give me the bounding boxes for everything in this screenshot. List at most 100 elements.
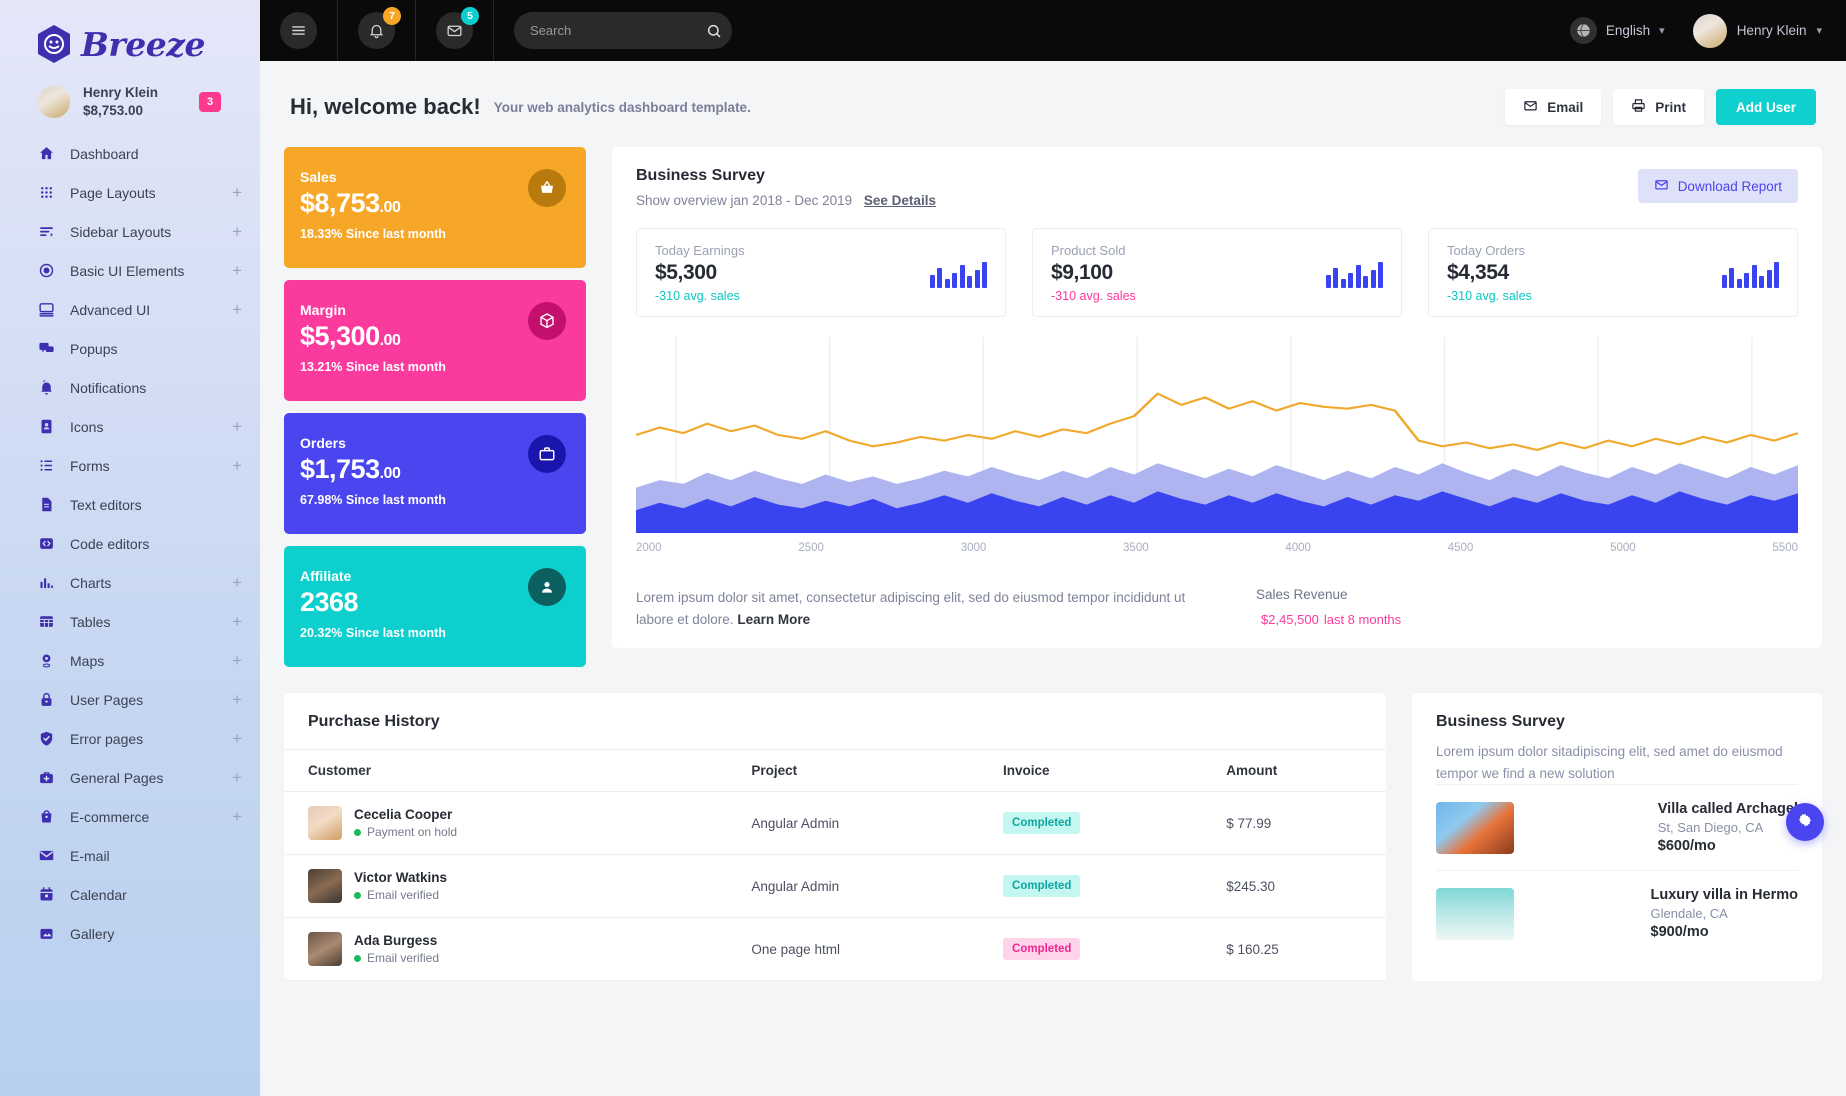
customer-cell: Cecelia Cooper Payment on hold xyxy=(284,791,752,855)
print-button[interactable]: Print xyxy=(1613,89,1704,125)
expand-icon[interactable]: + xyxy=(232,574,242,591)
purchase-history-body: Cecelia Cooper Payment on hold Angular Adm… xyxy=(284,791,1386,981)
property-price: $900/mo xyxy=(1650,924,1709,941)
sidebar-item-e-mail[interactable]: E-mail xyxy=(0,836,260,875)
mini-stat-text: Today Orders $4,354 -310 avg. sales xyxy=(1447,243,1722,303)
status-dot-icon xyxy=(354,891,361,899)
sidebar-item-label: E-commerce xyxy=(70,808,150,825)
property-thumbnail xyxy=(1436,801,1514,854)
sidebar-item-sidebar-layouts[interactable]: Sidebar Layouts + xyxy=(0,212,260,251)
expand-icon[interactable]: + xyxy=(232,730,242,747)
notifications-cell: 7 xyxy=(338,0,416,61)
status-badge: Completed xyxy=(1003,875,1081,897)
profile-menu[interactable]: Henry Klein ▾ xyxy=(1692,13,1822,48)
sidebar-user[interactable]: Henry Klein $8,753.00 3 xyxy=(0,70,260,120)
settings-fab[interactable] xyxy=(1786,803,1824,841)
sidebar-item-maps[interactable]: Maps + xyxy=(0,641,260,680)
print-button-label: Print xyxy=(1655,99,1686,115)
expand-icon[interactable]: + xyxy=(232,262,242,279)
search-box[interactable] xyxy=(514,12,732,49)
sidebar-item-popups[interactable]: Popups xyxy=(0,329,260,368)
stat-cards-column: Sales $8,753.00 18.33% Since last month Mar… xyxy=(284,147,586,667)
expand-icon[interactable]: + xyxy=(232,301,242,318)
sidebar-item-icons[interactable]: Icons + xyxy=(0,407,260,446)
envelope-icon[interactable]: 5 xyxy=(436,7,479,49)
property-list-item[interactable]: Luxury villa in Hermo Glendale, CA $900/mo xyxy=(1436,870,1798,956)
brand[interactable]: Breeze xyxy=(0,0,260,70)
sidebar-item-text-editors[interactable]: Text editors xyxy=(0,485,260,524)
customer-avatar xyxy=(308,869,342,903)
sidebar-item-notifications[interactable]: Notifications xyxy=(0,368,260,407)
sidebar-item-page-layouts[interactable]: Page Layouts + xyxy=(0,173,260,212)
sidebar-item-tables[interactable]: Tables + xyxy=(0,602,260,641)
property-thumbnail xyxy=(1436,887,1514,940)
sidebar-item-forms[interactable]: Forms + xyxy=(0,446,260,485)
sidebar-user-amount: $8,753.00 xyxy=(83,103,144,118)
target-icon xyxy=(36,261,56,281)
stat-card-affiliate: Affiliate 2368 20.32% Since last month xyxy=(284,546,586,667)
bell-icon[interactable]: 7 xyxy=(358,7,401,49)
expand-icon[interactable]: + xyxy=(232,652,242,669)
customer-info: Victor Watkins Email verified xyxy=(354,870,447,902)
expand-icon[interactable]: + xyxy=(232,457,242,474)
home-icon xyxy=(36,144,56,164)
expand-icon[interactable]: + xyxy=(232,223,242,240)
bar-chart-icon xyxy=(36,573,56,593)
sidebar-item-gallery[interactable]: Gallery xyxy=(0,914,260,953)
sidebar-user-name: Henry Klein xyxy=(83,85,159,101)
search-input[interactable] xyxy=(530,23,706,38)
customer-cell: Ada Burgess Email verified xyxy=(284,917,752,981)
learn-more-link[interactable]: Learn More xyxy=(737,612,810,627)
expand-icon[interactable]: + xyxy=(232,808,242,825)
sidebar-item-general-pages[interactable]: General Pages + xyxy=(0,758,260,797)
expand-icon[interactable]: + xyxy=(232,769,242,786)
survey-footer-text: Lorem ipsum dolor sit amet, consectetur … xyxy=(636,587,1216,630)
sidebar-item-code-editors[interactable]: Code editors xyxy=(0,524,260,563)
sidebar-item-calendar[interactable]: Calendar xyxy=(0,875,260,914)
property-list-item[interactable]: Villa called Archagel St, San Diego, CA $6… xyxy=(1436,784,1798,870)
language-selector[interactable]: English ▾ xyxy=(1569,17,1665,44)
table-row[interactable]: Ada Burgess Email verified One page html Co… xyxy=(284,917,1386,981)
sidebar-item-label: Advanced UI xyxy=(70,301,151,318)
profile-name: Henry Klein xyxy=(1736,23,1807,38)
add-user-button[interactable]: Add User xyxy=(1715,89,1816,125)
expand-icon[interactable]: + xyxy=(232,613,242,630)
document-icon xyxy=(36,495,56,515)
stat-cents: .00 xyxy=(379,465,401,482)
mini-stat-value: $4,354 xyxy=(1447,261,1509,284)
expand-icon[interactable]: + xyxy=(232,184,242,201)
download-report-button[interactable]: Download Report xyxy=(1637,169,1798,203)
gear-icon xyxy=(1797,812,1813,833)
main-area: 7 5 English xyxy=(260,0,1846,1096)
search-icon[interactable] xyxy=(706,23,722,39)
sidebar-item-user-pages[interactable]: User Pages + xyxy=(0,680,260,719)
printer-icon xyxy=(1631,98,1646,116)
sparkline-bar-chart-icon xyxy=(1325,258,1383,288)
hamburger-icon[interactable] xyxy=(280,12,317,49)
sidebar-item-dashboard[interactable]: Dashboard xyxy=(0,134,260,173)
hexagon-logo-icon xyxy=(36,24,72,64)
sidebar-item-advanced-ui[interactable]: Advanced UI + xyxy=(0,290,260,329)
status-badge: Completed xyxy=(1003,938,1081,960)
customer-cell: Victor Watkins Email verified xyxy=(284,854,752,918)
column-header-invoice: Invoice xyxy=(1003,749,1227,792)
calendar-icon xyxy=(36,885,56,905)
mini-stat-label: Product Sold xyxy=(1051,243,1126,258)
see-details-link[interactable]: See Details xyxy=(864,193,936,208)
expand-icon[interactable]: + xyxy=(232,418,242,435)
sidebar-item-error-pages[interactable]: Error pages + xyxy=(0,719,260,758)
sidebar-item-basic-ui-elements[interactable]: Basic UI Elements + xyxy=(0,251,260,290)
expand-icon[interactable]: + xyxy=(232,691,242,708)
table-row[interactable]: Victor Watkins Email verified Angular Admi… xyxy=(284,854,1386,918)
briefcase-icon xyxy=(528,435,566,473)
stat-label: Affiliate xyxy=(300,568,352,584)
property-info: Villa called Archagel St, San Diego, CA $6… xyxy=(1658,801,1798,854)
stat-label: Orders xyxy=(300,435,346,451)
sidebar-item-charts[interactable]: Charts + xyxy=(0,563,260,602)
sales-revenue-value: $2,45,500 last 8 months xyxy=(1256,606,1566,630)
email-button[interactable]: Email xyxy=(1505,89,1602,125)
x-axis-tick: 3500 xyxy=(1123,542,1149,554)
sidebar-item-e-commerce[interactable]: E-commerce + xyxy=(0,797,260,836)
table-row[interactable]: Cecelia Cooper Payment on hold Angular Adm… xyxy=(284,791,1386,855)
stat-value: $5,300.00 xyxy=(300,321,564,351)
